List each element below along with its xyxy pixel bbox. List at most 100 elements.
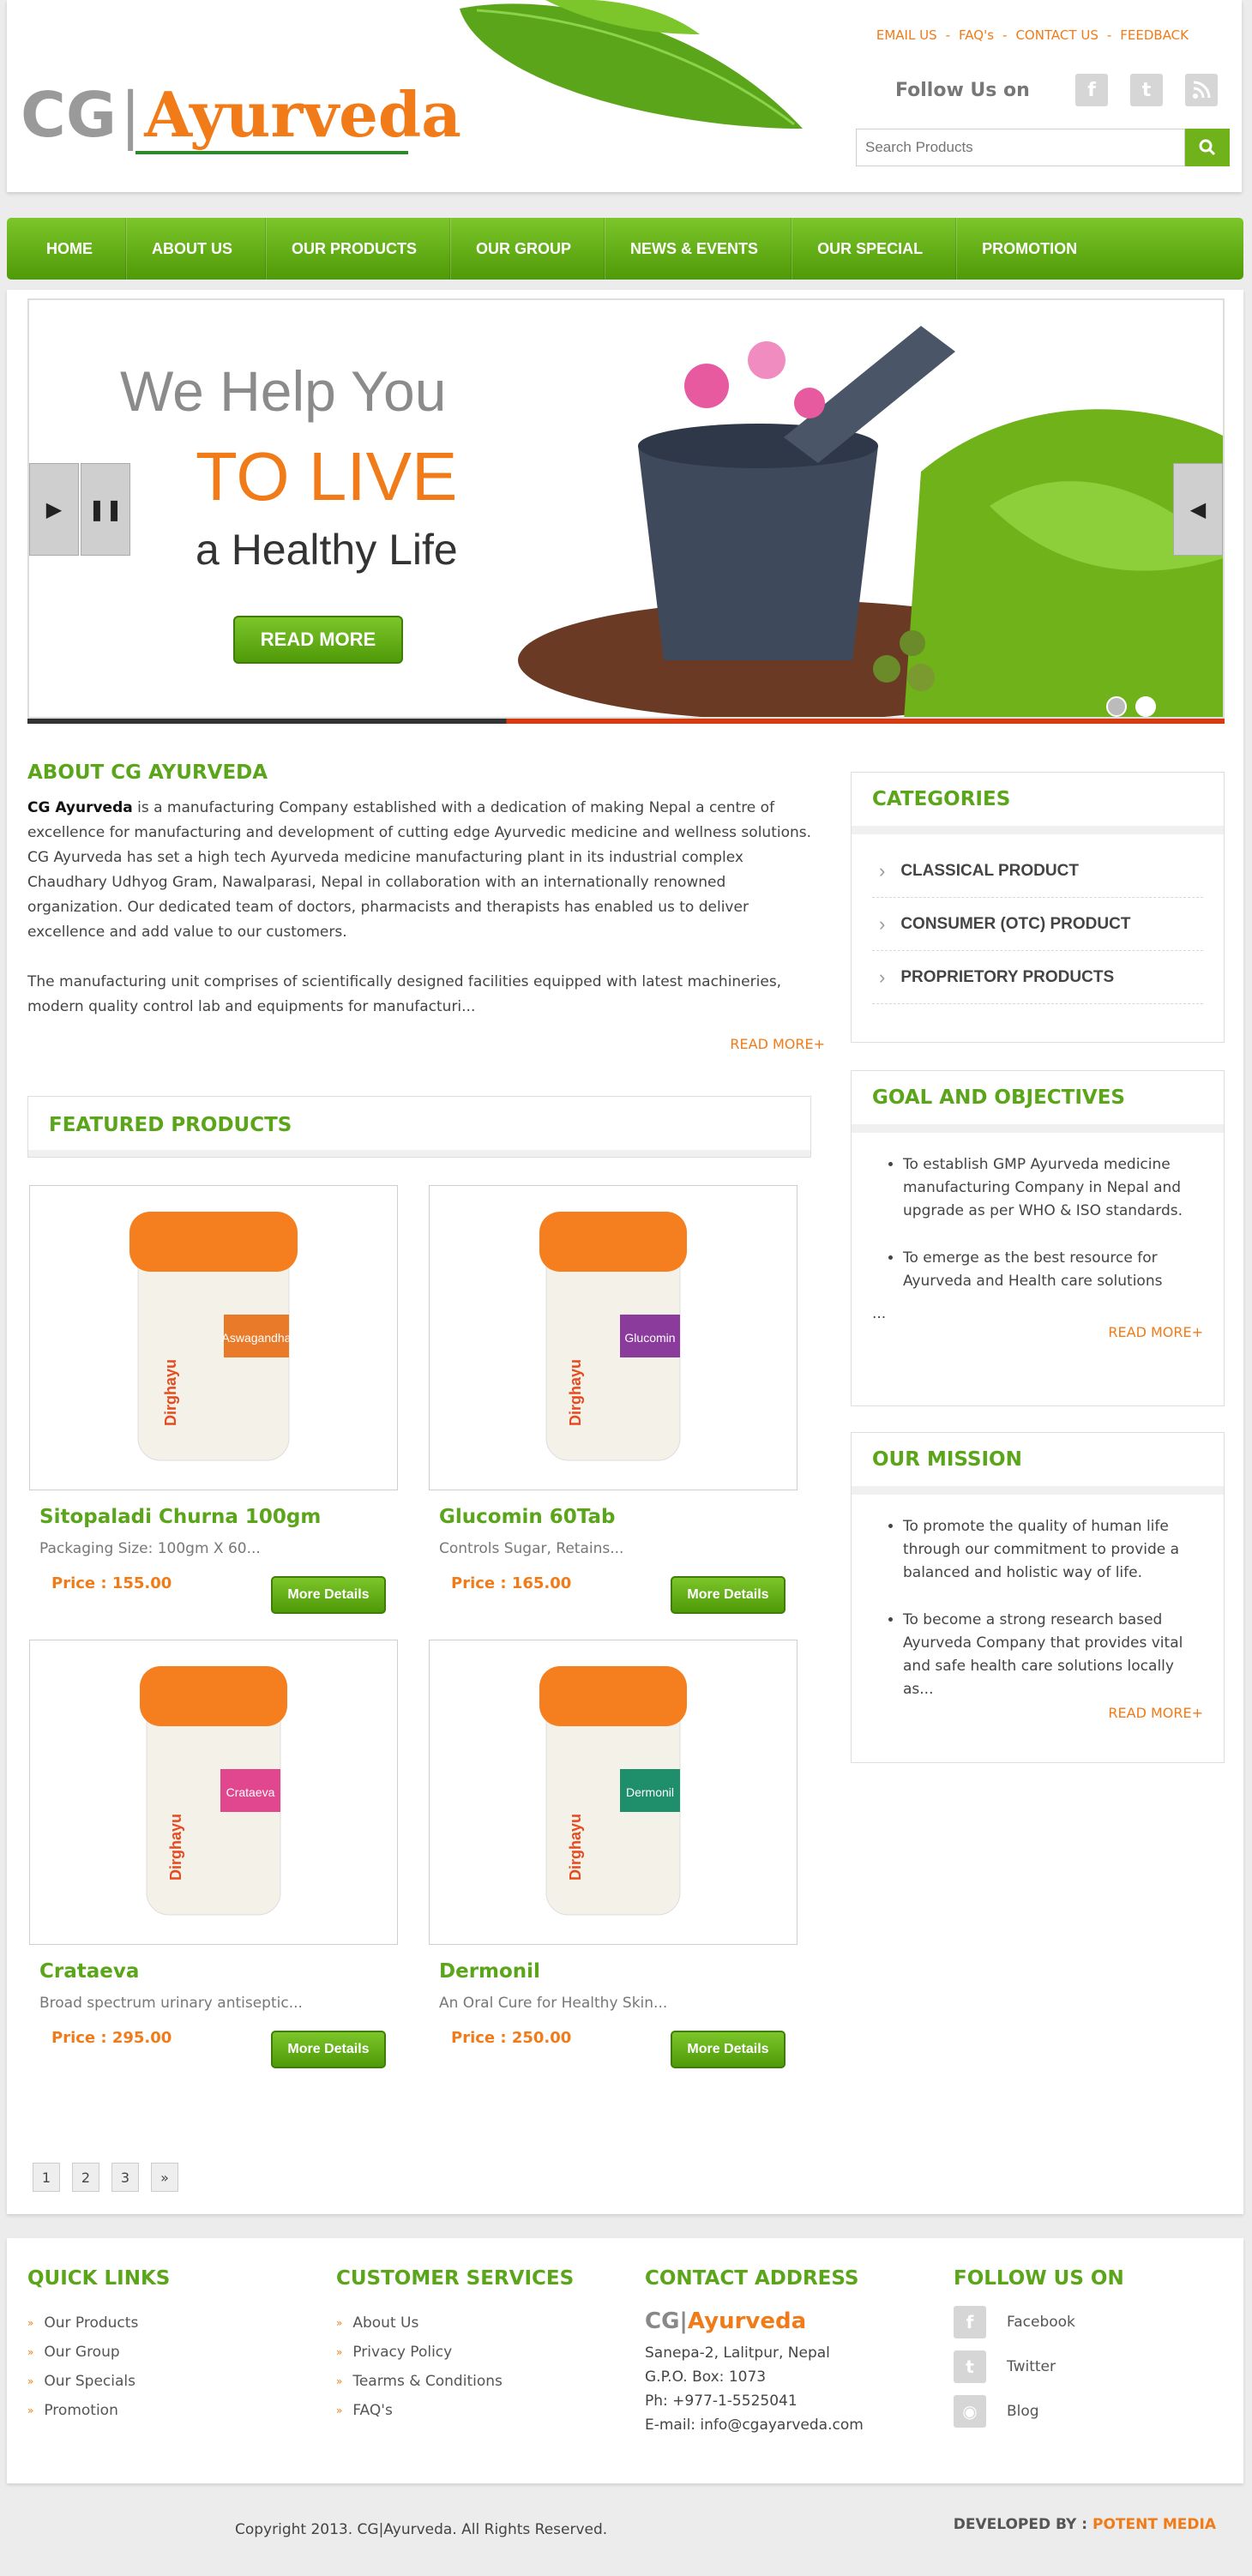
footer-link-about-us[interactable]: » About Us [336, 2308, 574, 2338]
more-details-button[interactable]: More Details [671, 2031, 786, 2068]
about-paragraph-2: The manufacturing unit comprises of scie… [27, 973, 782, 1015]
product-price: Price : 250.00 [451, 2029, 572, 2047]
product-name[interactable]: Crataeva [39, 1960, 398, 1983]
category-classical-product[interactable]: › CLASSICAL PRODUCT [872, 845, 1203, 898]
more-details-button[interactable]: More Details [671, 1576, 786, 1614]
product-price: Price : 165.00 [451, 1574, 572, 1592]
jar-label-text: Crataeva [226, 1785, 275, 1799]
footer-link-terms[interactable]: » Tearms & Conditions [336, 2367, 574, 2396]
about-title: ABOUT CG AYURVEDA [27, 761, 268, 784]
product-jar-image: Crataeva Dirghayu [140, 1666, 287, 1916]
slide-headline-3: a Healthy Life [196, 526, 458, 574]
slider-dots [1106, 696, 1156, 717]
goal-read-more-link[interactable]: READ MORE+ [1108, 1324, 1203, 1340]
footer-link-our-specials[interactable]: » Our Specials [27, 2367, 170, 2396]
jar-brand-text: Dirghayu [167, 1814, 184, 1881]
product-card: Glucomin Dirghayu Glucomin 60Tab Control… [429, 1185, 798, 1557]
page-3-link[interactable]: 3 [111, 2163, 139, 2192]
product-name[interactable]: Dermonil [439, 1960, 798, 1983]
category-proprietory-products[interactable]: › PROPRIETORY PRODUCTS [872, 951, 1203, 1004]
footer-link-our-group[interactable]: » Our Group [27, 2338, 170, 2367]
mission-read-more-link[interactable]: READ MORE+ [1108, 1705, 1203, 1721]
main-content: We Help You TO LIVE a Healthy Life READ … [7, 290, 1243, 2214]
logo-underline [135, 151, 408, 154]
next-page-link[interactable]: » [151, 2163, 178, 2192]
category-consumer-otc-product[interactable]: › CONSUMER (OTC) PRODUCT [872, 898, 1203, 951]
nav-promotion[interactable]: PROMOTION [956, 218, 1110, 280]
play-icon[interactable]: ▶ [29, 463, 79, 556]
separator: - [1106, 27, 1112, 43]
footer-link-promotion[interactable]: » Promotion [27, 2396, 170, 2425]
chevron-right-icon: › [879, 966, 886, 988]
chevron-right-icon: › [879, 912, 886, 935]
hero-slider: We Help You TO LIVE a Healthy Life READ … [27, 298, 1225, 719]
footer-link-our-products[interactable]: » Our Products [27, 2308, 170, 2338]
about-read-more-link[interactable]: READ MORE+ [730, 1036, 825, 1052]
more-details-button[interactable]: More Details [271, 2031, 386, 2068]
slider-dot-2[interactable] [1135, 696, 1156, 717]
logo-cg-text: CG [21, 79, 117, 151]
footer-link-label: Tearms & Conditions [352, 2373, 503, 2390]
developed-by: DEVELOPED BY : POTENT MEDIA [954, 2516, 1216, 2533]
jar-label-text: Glucomin [624, 1331, 675, 1345]
logo-separator: | [119, 79, 141, 151]
arrow-icon: » [336, 2317, 343, 2329]
faq-link[interactable]: FAQ's [959, 27, 994, 43]
product-image[interactable]: Glucomin Dirghayu [429, 1185, 798, 1490]
prev-arrow-icon[interactable]: ◀ [1173, 463, 1223, 556]
footer-facebook-link[interactable]: f Facebook [954, 2300, 1124, 2344]
arrow-icon: » [27, 2346, 34, 2358]
feedback-link[interactable]: FEEDBACK [1120, 27, 1189, 43]
footer-link-label: About Us [352, 2314, 419, 2332]
page-1-link[interactable]: 1 [33, 2163, 60, 2192]
footer-link-label: FAQ's [352, 2402, 393, 2419]
site-logo[interactable]: CG | Ayurveda [21, 79, 461, 151]
product-card: Crataeva Dirghayu Crataeva Broad spectru… [29, 1640, 398, 2012]
product-description: Broad spectrum urinary antiseptic... [39, 1995, 303, 2012]
email-us-link[interactable]: EMAIL US [876, 27, 937, 43]
contact-us-link[interactable]: CONTACT US [1015, 27, 1098, 43]
arrow-icon: » [27, 2375, 34, 2387]
twitter-icon[interactable]: t [1130, 74, 1163, 106]
nav-our-special[interactable]: OUR SPECIAL [792, 218, 957, 280]
nav-our-group[interactable]: OUR GROUP [450, 218, 605, 280]
product-description: An Oral Cure for Healthy Skin... [439, 1995, 668, 2012]
page-2-link[interactable]: 2 [72, 2163, 99, 2192]
product-name[interactable]: Sitopaladi Churna 100gm [39, 1506, 398, 1528]
product-image[interactable]: Dermonil Dirghayu [429, 1640, 798, 1945]
product-image[interactable]: Aswagandha Dirghayu [29, 1185, 398, 1490]
pause-icon[interactable]: ❚❚ [81, 463, 130, 556]
contact-column: CONTACT ADDRESS CG|Ayurveda Sanepa-2, La… [645, 2267, 864, 2437]
featured-header-box: FEATURED PRODUCTS [27, 1096, 811, 1158]
chevron-right-icon: › [879, 859, 886, 882]
search-button[interactable] [1185, 129, 1230, 166]
rss-icon: ◉ [954, 2395, 986, 2428]
footer-twitter-link[interactable]: t Twitter [954, 2344, 1124, 2389]
developer-link[interactable]: POTENT MEDIA [1092, 2516, 1216, 2533]
footer-blog-link[interactable]: ◉ Blog [954, 2389, 1124, 2434]
facebook-icon[interactable]: f [1075, 74, 1108, 106]
product-image[interactable]: Crataeva Dirghayu [29, 1640, 398, 1945]
product-price: Price : 295.00 [51, 2029, 172, 2047]
search-input[interactable] [856, 129, 1185, 166]
slider-dot-1[interactable] [1106, 696, 1127, 717]
nav-home[interactable]: HOME [21, 218, 126, 280]
footer-link-privacy-policy[interactable]: » Privacy Policy [336, 2338, 574, 2367]
more-details-button[interactable]: More Details [271, 1576, 386, 1614]
slide-read-more-button[interactable]: READ MORE [233, 616, 403, 664]
featured-title: FEATURED PRODUCTS [49, 1114, 292, 1136]
product-name[interactable]: Glucomin 60Tab [439, 1506, 798, 1528]
nav-about-us[interactable]: ABOUT US [126, 218, 266, 280]
email-address[interactable]: E-mail: info@cgayarveda.com [645, 2413, 864, 2437]
contact-title: CONTACT ADDRESS [645, 2267, 859, 2290]
phone-number: Ph: +977-1-5525041 [645, 2392, 798, 2410]
about-company-name: CG Ayurveda [27, 799, 133, 816]
nav-news-events[interactable]: NEWS & EVENTS [605, 218, 792, 280]
footer-link-faqs[interactable]: » FAQ's [336, 2396, 574, 2425]
jar-brand-text: Dirghayu [162, 1359, 179, 1426]
nav-our-products[interactable]: OUR PRODUCTS [266, 218, 451, 280]
follow-us-label: Follow Us on [895, 80, 1030, 101]
rss-icon[interactable] [1185, 74, 1218, 106]
arrow-icon: » [336, 2404, 343, 2417]
site-footer: QUICK LINKS » Our Products » Our Group » Ou… [7, 2238, 1243, 2483]
